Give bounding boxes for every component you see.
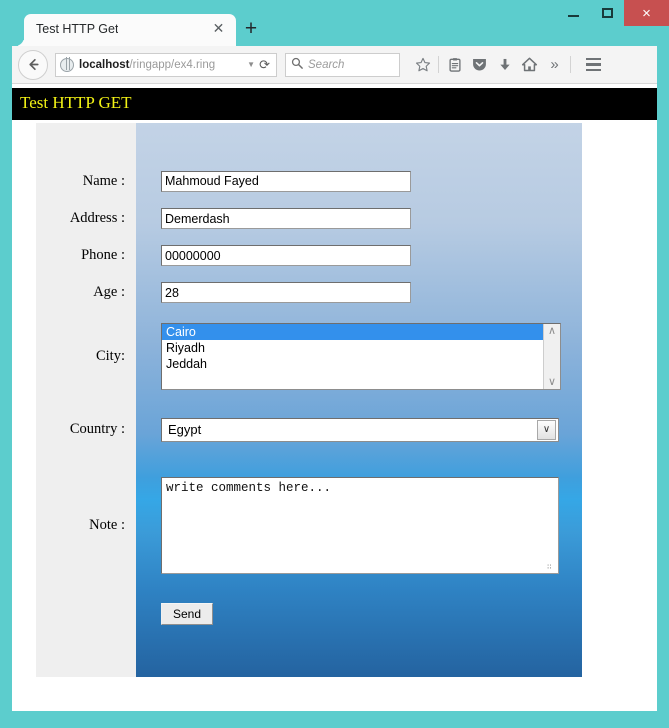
scroll-up-icon[interactable]: ∧ (548, 326, 556, 336)
bookmark-star-icon[interactable] (410, 52, 435, 78)
name-field-cell (136, 162, 582, 200)
new-tab-button[interactable]: + (241, 20, 261, 40)
country-selected-value: Egypt (162, 422, 537, 437)
country-select[interactable]: Egypt ∨ (161, 418, 559, 442)
url-bar[interactable]: localhost/ringapp/ex4.ring ▼ ⟳ (55, 53, 277, 77)
search-icon (291, 57, 303, 72)
form-row-address: Address : (36, 200, 582, 237)
url-dropdown-icon[interactable]: ▼ (247, 60, 255, 69)
city-listbox[interactable]: Cairo Riyadh Jeddah ∧ ∨ (161, 323, 561, 390)
window-controls: × (556, 0, 669, 26)
pocket-icon[interactable] (467, 52, 492, 78)
address-field-cell (136, 200, 582, 237)
spacer-field-cell (136, 123, 582, 162)
tab-curve-right (212, 37, 221, 46)
form-row-spacer (36, 123, 582, 162)
url-text: localhost/ringapp/ex4.ring (79, 59, 243, 71)
tab-curve-left (15, 37, 24, 46)
form-row-name: Name : (36, 162, 582, 200)
search-box[interactable]: Search (285, 53, 400, 77)
form-row-phone: Phone : (36, 237, 582, 274)
navigation-toolbar: localhost/ringapp/ex4.ring ▼ ⟳ Search (12, 46, 657, 84)
menu-hamburger-icon[interactable] (580, 52, 606, 78)
note-label: Note : (36, 458, 136, 593)
name-input[interactable] (161, 171, 411, 192)
browser-window: Test HTTP Get ✕ + × localhost/ringapp/ex… (0, 0, 669, 728)
age-label: Age : (36, 274, 136, 311)
submit-field-cell: Send (136, 593, 582, 625)
reading-list-icon[interactable] (442, 52, 467, 78)
page-content: Test HTTP GET Name : Address : (12, 84, 657, 711)
home-icon[interactable] (517, 52, 542, 78)
maximize-button[interactable] (590, 0, 624, 26)
tab-close-icon[interactable]: ✕ (211, 21, 226, 36)
country-label: Country : (36, 401, 136, 458)
toolbar-separator (438, 56, 439, 73)
close-button[interactable]: × (624, 0, 669, 26)
form-row-note: Note : write comments here... ∷ (36, 458, 582, 593)
search-placeholder-text: Search (308, 59, 344, 71)
address-label: Address : (36, 200, 136, 237)
country-field-cell: Egypt ∨ (136, 401, 582, 458)
title-bar: Test HTTP Get ✕ + × (0, 0, 669, 46)
send-button[interactable]: Send (161, 603, 213, 625)
toolbar-icon-group: » (410, 52, 606, 78)
reload-icon[interactable]: ⟳ (259, 57, 270, 73)
address-input[interactable] (161, 208, 411, 229)
phone-label: Phone : (36, 237, 136, 274)
city-field-cell: Cairo Riyadh Jeddah ∧ ∨ (136, 311, 582, 401)
scroll-down-icon[interactable]: ∨ (548, 377, 556, 387)
form-rows: Name : Address : Phone : Age : (36, 123, 582, 677)
back-button[interactable] (18, 50, 48, 80)
city-option-riyadh[interactable]: Riyadh (162, 340, 543, 356)
city-label: City: (36, 311, 136, 401)
age-input[interactable] (161, 282, 411, 303)
spacer-label-cell (36, 123, 136, 162)
tab-title: Test HTTP Get (36, 22, 118, 36)
city-option-jeddah[interactable]: Jeddah (162, 356, 543, 372)
globe-icon (60, 58, 74, 72)
form-row-age: Age : (36, 274, 582, 311)
toolbar-separator-2 (570, 56, 571, 73)
url-path: /ringapp/ex4.ring (129, 59, 215, 71)
city-option-list: Cairo Riyadh Jeddah (162, 324, 543, 389)
phone-field-cell (136, 237, 582, 274)
note-textarea-value: write comments here... (166, 481, 331, 495)
resize-grip-icon[interactable]: ∷ (547, 563, 556, 572)
overflow-chevrons-icon[interactable]: » (542, 52, 567, 78)
url-host: localhost (79, 59, 129, 71)
city-option-cairo[interactable]: Cairo (162, 324, 543, 340)
name-label: Name : (36, 162, 136, 200)
page-banner: Test HTTP GET (12, 88, 657, 120)
page-title: Test HTTP GET (20, 93, 132, 113)
note-textarea[interactable]: write comments here... ∷ (161, 477, 559, 574)
city-listbox-scrollbar[interactable]: ∧ ∨ (543, 324, 560, 389)
form-row-submit: Send (36, 593, 582, 677)
chevron-down-icon[interactable]: ∨ (537, 420, 556, 440)
phone-input[interactable] (161, 245, 411, 266)
download-icon[interactable] (492, 52, 517, 78)
age-field-cell (136, 274, 582, 311)
minimize-button[interactable] (556, 0, 590, 26)
browser-tab[interactable]: Test HTTP Get ✕ (24, 14, 236, 46)
note-field-cell: write comments here... ∷ (136, 458, 582, 593)
form-row-city: City: Cairo Riyadh Jeddah ∧ ∨ (36, 311, 582, 401)
form-row-country: Country : Egypt ∨ (36, 401, 582, 458)
